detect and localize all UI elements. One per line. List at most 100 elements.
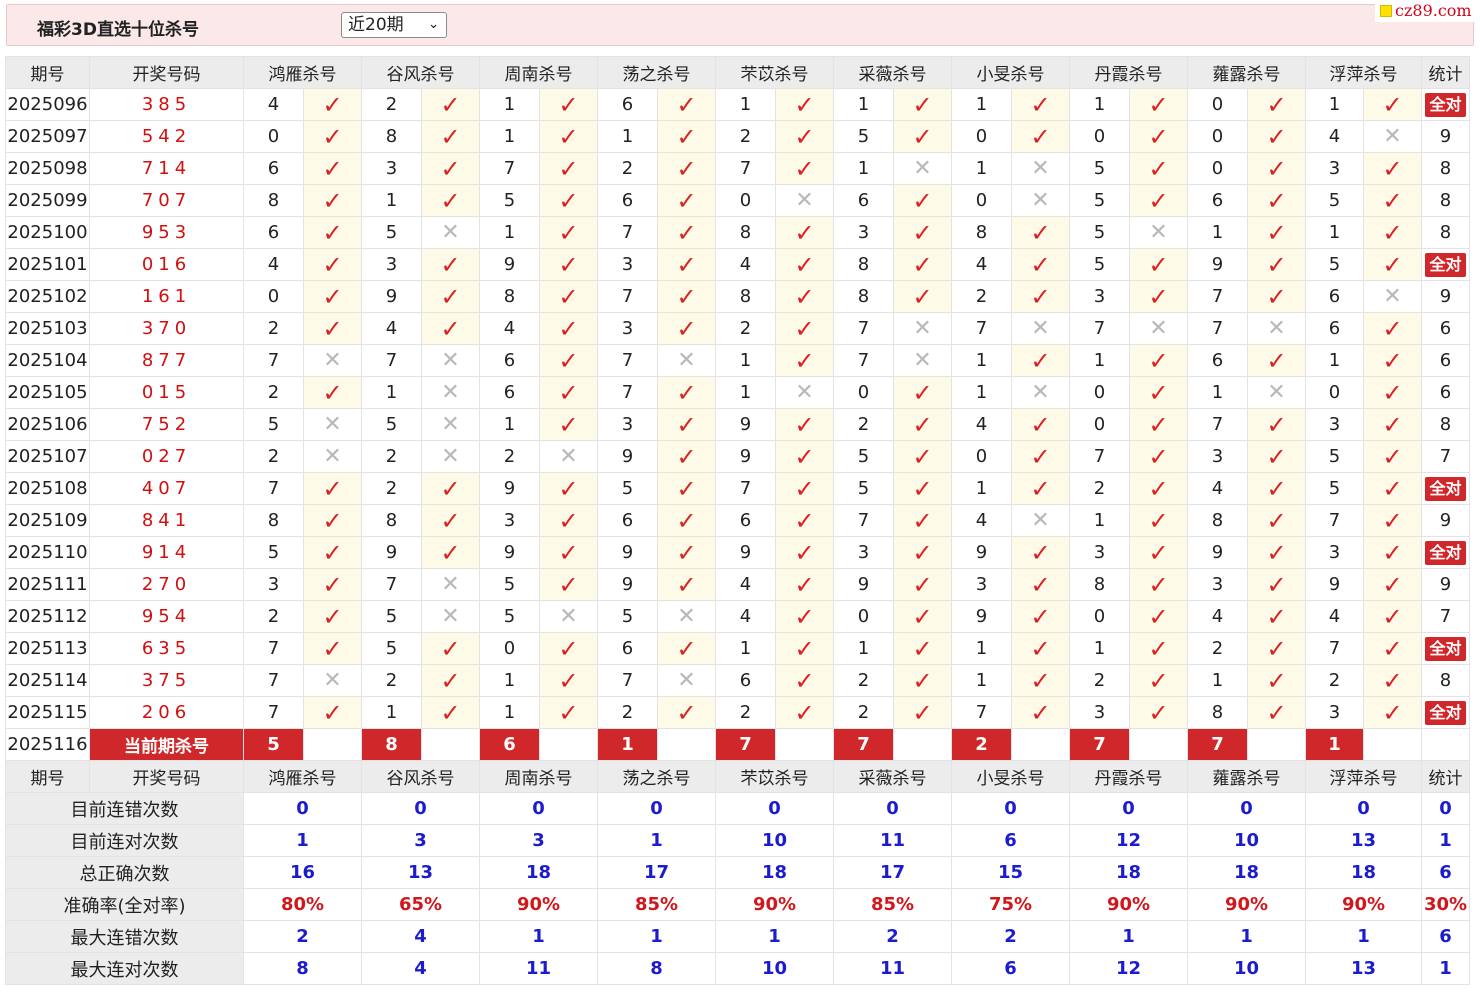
current-kill-number: 8 [361,728,422,761]
hit-count: 9 [1421,120,1470,153]
hit-count: 6 [1421,344,1470,377]
check-icon: ✓ [893,120,952,153]
check-icon: ✓ [893,280,952,313]
check-icon: ✓ [539,536,598,569]
issue-number: 2025114 [5,664,90,697]
kill-number: 5 [833,472,894,505]
kill-number: 9 [361,536,422,569]
current-kill-number: 6 [479,728,540,761]
metric-value: 85% [833,888,952,921]
current-issue-number: 2025116 [5,728,90,761]
kill-number: 7 [597,376,658,409]
col-header-expert: 浮萍杀号 [1305,56,1422,89]
kill-number: 1 [715,376,776,409]
kill-number: 6 [715,504,776,537]
cross-icon: ✕ [303,344,362,377]
kill-number: 7 [243,632,304,665]
kill-number: 7 [1069,312,1130,345]
check-icon: ✓ [1011,696,1070,729]
metric-value: 12 [1069,824,1188,857]
metric-value: 10 [1187,824,1306,857]
kill-number: 2 [243,600,304,633]
check-icon: ✓ [539,408,598,441]
kill-number: 0 [1069,408,1130,441]
check-icon: ✓ [1011,632,1070,665]
period-range-select[interactable]: 近20期 ⌄ [341,12,447,38]
check-icon: ✓ [1247,184,1306,217]
all-correct-badge: 全对 [1425,252,1466,277]
metric-value: 11 [479,952,598,985]
issue-number: 2025113 [5,632,90,665]
check-icon: ✓ [1129,344,1188,377]
kill-number: 0 [833,600,894,633]
check-icon: ✓ [1247,632,1306,665]
metric-value: 11 [833,952,952,985]
kill-number: 7 [597,280,658,313]
check-icon: ✓ [421,88,480,121]
kill-number: 7 [243,696,304,729]
kill-number: 3 [1069,536,1130,569]
summary-row: 准确率(全对率) 80% 65% 90% 85% 90% 85% 75% 90% 90% 90% 30… [5,888,1470,921]
check-icon: ✓ [303,504,362,537]
table-row: 2025104 877 7 ✕ 7 ✕ 6 ✓ 7 ✕ 1 ✓ 7 ✕ 1 ✓ 1 ✓ 6 ✓ 1 ✓ 6 [5,344,1470,377]
hit-count: 全对 [1421,536,1470,569]
metric-value: 2 [833,920,952,953]
kill-number: 1 [1069,88,1130,121]
cross-icon: ✕ [775,376,834,409]
draw-number: 016 [89,248,244,281]
metric-stat: 30% [1421,888,1470,921]
check-icon: ✓ [893,568,952,601]
metric-value: 85% [597,888,716,921]
current-kill-label: 当前期杀号 [89,728,244,761]
current-kill-number: 1 [1305,728,1364,761]
check-icon: ✓ [1129,504,1188,537]
check-icon: ✓ [657,120,716,153]
metric-value: 18 [479,856,598,889]
check-icon: ✓ [657,312,716,345]
cross-icon: ✕ [421,376,480,409]
kill-number: 7 [833,504,894,537]
summary-row: 最大连错次数 2 4 1 1 1 2 2 1 1 1 6 [5,920,1470,953]
kill-number: 5 [1069,216,1130,249]
col-header-expert: 蕹露杀号 [1187,56,1306,89]
kill-number: 2 [243,376,304,409]
kill-number: 6 [1187,184,1248,217]
check-icon: ✓ [1011,120,1070,153]
cross-icon: ✕ [1363,120,1422,153]
current-kill-spacer [893,728,952,761]
check-icon: ✓ [303,152,362,185]
check-icon: ✓ [1363,696,1422,729]
all-correct-badge: 全对 [1425,636,1466,661]
cross-icon: ✕ [421,600,480,633]
kill-number: 4 [1305,120,1364,153]
hit-count: 9 [1421,504,1470,537]
check-icon: ✓ [775,344,834,377]
metric-value: 2 [243,920,362,953]
cross-icon: ✕ [893,312,952,345]
issue-number: 2025115 [5,696,90,729]
kill-number: 0 [1305,376,1364,409]
kill-number: 7 [597,664,658,697]
draw-number: 015 [89,376,244,409]
current-kill-spacer [1247,728,1306,761]
current-kill-number: 1 [597,728,658,761]
kill-number: 6 [1187,344,1248,377]
kill-number: 5 [1305,184,1364,217]
check-icon: ✓ [1247,696,1306,729]
site-logo[interactable]: cz89.com [1375,0,1480,22]
kill-number: 9 [597,536,658,569]
check-icon: ✓ [775,536,834,569]
check-icon: ✓ [775,280,834,313]
check-icon: ✓ [1129,376,1188,409]
kill-number: 5 [361,216,422,249]
kill-number: 9 [951,536,1012,569]
kill-number: 2 [833,696,894,729]
kill-number: 6 [597,504,658,537]
kill-number: 6 [833,184,894,217]
hit-count: 7 [1421,440,1470,473]
kill-number: 5 [479,568,540,601]
col-header-expert: 荡之杀号 [597,760,716,793]
kill-number: 3 [1187,568,1248,601]
check-icon: ✓ [1247,536,1306,569]
kill-number: 7 [951,696,1012,729]
